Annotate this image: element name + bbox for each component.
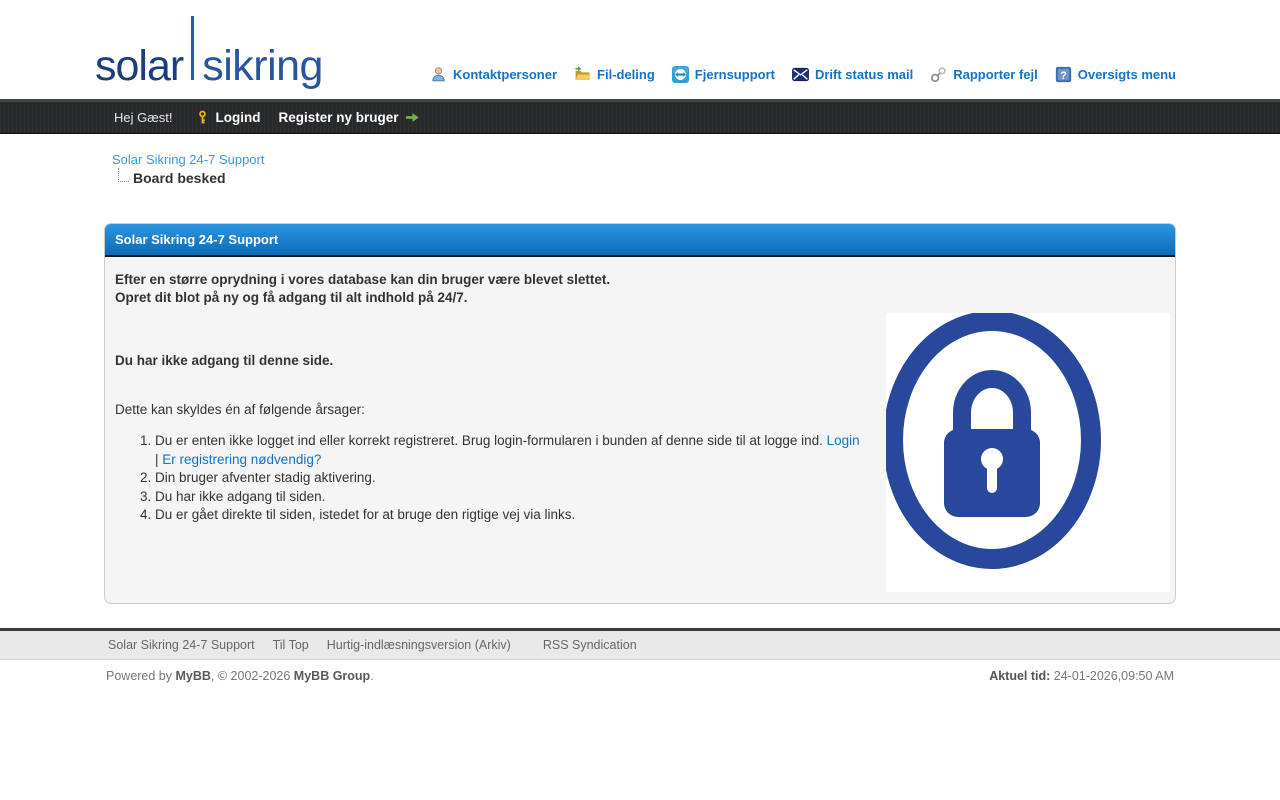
reason-item: Du er gået direkte til siden, istedet fo… [155, 506, 865, 525]
nav-link-rapporterfejl[interactable]: Rapporter fejl [930, 66, 1038, 83]
reason-1-text: Du er enten ikke logget ind eller korrek… [155, 433, 827, 448]
breadcrumb-current: Board besked [133, 170, 226, 186]
reason-item: Du har ikke adgang til siden. [155, 488, 865, 507]
guest-greeting: Hej Gæst! [114, 110, 173, 125]
keys-icon [930, 66, 947, 83]
user-bar: Hej Gæst! Logind Register ny bruger [0, 99, 1280, 134]
intro-line-2: Opret dit blot på ny og få adgang til al… [115, 290, 468, 305]
reasons-list: Du er enten ikke logget ind eller korrek… [115, 432, 865, 525]
powered-suffix: . [370, 669, 374, 683]
login-link[interactable]: Logind [216, 110, 261, 125]
site-logo[interactable]: solar sikring [95, 16, 323, 91]
folder-share-icon [574, 66, 591, 83]
powered-by: Powered by MyBB, © 2002-2026 MyBB Group. [106, 669, 374, 683]
login-content-link[interactable]: Login [827, 433, 860, 448]
powered-middle: , © 2002-2026 [210, 669, 294, 683]
nav-link-label: Rapporter fejl [953, 67, 1038, 82]
nav-link-label: Kontaktpersoner [452, 67, 558, 82]
remote-support-icon [671, 66, 689, 83]
board-message-title: Solar Sikring 24-7 Support [105, 224, 1175, 257]
current-time-label: Aktuel tid: [989, 669, 1051, 683]
board-message-body: Efter en større oprydning i vores databa… [105, 257, 1175, 603]
nav-link-oversigtsmenu[interactable]: ? Oversigts menu [1055, 66, 1176, 83]
footer-link-rss[interactable]: RSS Syndication [543, 638, 637, 652]
footer-link-home[interactable]: Solar Sikring 24-7 Support [108, 638, 255, 652]
bottom-strip: Powered by MyBB, © 2002-2026 MyBB Group.… [0, 660, 1280, 683]
nav-link-label: Fil-deling [597, 67, 655, 82]
powered-prefix: Powered by [106, 669, 176, 683]
nav-link-driftstatus[interactable]: Drift status mail [792, 66, 913, 83]
reason-item: Du er enten ikke logget ind eller korrek… [155, 432, 865, 469]
nav-link-fjernsupport[interactable]: Fjernsupport [671, 66, 775, 83]
padlock-image [886, 313, 1170, 592]
help-book-icon: ? [1055, 66, 1072, 83]
intro-line-1: Efter en større oprydning i vores databa… [115, 272, 611, 287]
breadcrumb-root-link[interactable]: Solar Sikring 24-7 Support [112, 152, 264, 167]
logo-text-sikring: sikring [202, 42, 323, 90]
mybb-link[interactable]: MyBB [175, 669, 210, 683]
logo-divider [191, 16, 195, 80]
current-time: Aktuel tid: 24-01-2026,09:50 AM [989, 669, 1174, 683]
svg-text:?: ? [1060, 70, 1066, 82]
person-icon [430, 66, 447, 83]
nav-link-fildeling[interactable]: Fil-deling [574, 66, 655, 83]
logo-text-solar: solar [95, 42, 184, 90]
registration-needed-link[interactable]: Er registrering nødvendig? [162, 452, 321, 467]
nav-link-kontaktpersoner[interactable]: Kontaktpersoner [430, 66, 557, 83]
nav-link-label: Drift status mail [814, 67, 914, 82]
reasons-heading: Dette kan skyldes én af følgende årsager… [115, 402, 365, 417]
board-message-box: Solar Sikring 24-7 Support Efter en stør… [104, 223, 1176, 604]
nav-link-label: Fjernsupport [694, 67, 775, 82]
tree-connector [118, 168, 129, 182]
mail-icon [792, 66, 809, 83]
register-link[interactable]: Register ny bruger [279, 110, 399, 125]
green-arrow-icon [405, 110, 420, 125]
reason-item: Din bruger afventer stadig aktivering. [155, 469, 865, 488]
footer-links-bar: Solar Sikring 24-7 Support Til Top Hurti… [0, 628, 1280, 660]
nav-link-label: Oversigts menu [1077, 67, 1176, 82]
header-nav: Kontaktpersoner Fil-deling Fjernsupport … [430, 66, 1176, 91]
footer-link-to-top[interactable]: Til Top [273, 638, 309, 652]
no-access-message: Du har ikke adgang til denne side. [115, 353, 334, 368]
footer-link-lite-version[interactable]: Hurtig-indlæsningsversion (Arkiv) [327, 638, 511, 652]
key-icon [195, 110, 210, 125]
breadcrumb: Solar Sikring 24-7 Support Board besked [104, 134, 1176, 186]
current-time-value: 24-01-2026,09:50 AM [1050, 669, 1174, 683]
mybb-group-link[interactable]: MyBB Group [294, 669, 370, 683]
site-header: solar sikring Kontaktpersoner Fil-deling [0, 0, 1280, 99]
